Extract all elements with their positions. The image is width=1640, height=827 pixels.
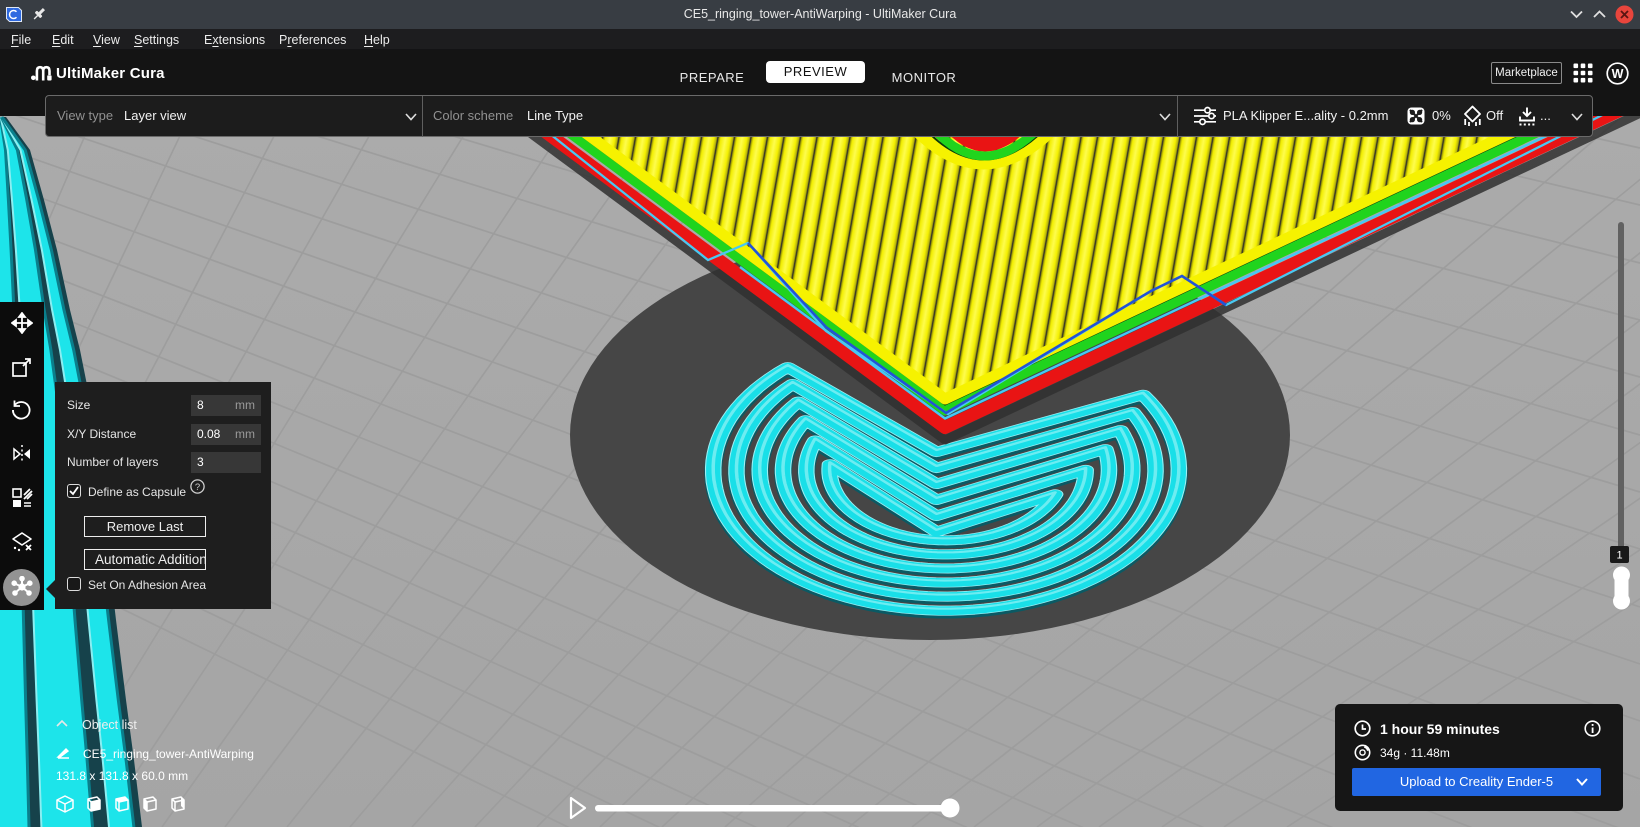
svg-text:1: 1 (1616, 550, 1622, 562)
svg-text:?: ? (195, 482, 200, 493)
svg-text:W: W (1612, 67, 1624, 81)
